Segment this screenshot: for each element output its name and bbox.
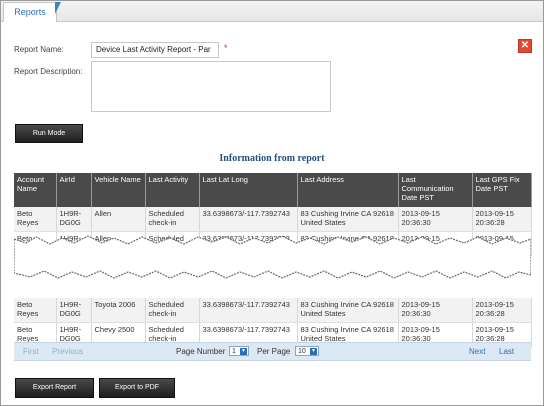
report-name-label: Report Name: — [14, 45, 64, 54]
cell-last-gps-fix-date: 2013-09-15 20:36:28 — [472, 207, 532, 232]
report-name-input[interactable]: Device Last Activity Report - Par — [91, 42, 219, 58]
column-header-last-activity[interactable]: Last Activity — [145, 173, 200, 207]
run-mode-button[interactable]: Run Mode — [15, 124, 83, 143]
torn-edge-divider — [14, 235, 531, 279]
cell-airid: 1H9R-DG0G — [56, 298, 92, 323]
cell-last-lat-long: 33.6398673/-117.7392743 — [199, 298, 298, 323]
report-description-label: Report Description: — [14, 67, 83, 76]
cell-account-name: Beto Reyes — [14, 298, 57, 323]
report-description-textarea[interactable] — [91, 61, 331, 112]
section-title: Information from report — [219, 153, 325, 164]
per-page-select[interactable]: 10 ▾ — [295, 346, 319, 356]
chevron-down-icon: ▾ — [310, 348, 317, 355]
per-page-value: 10 — [298, 348, 306, 355]
pager-next-link[interactable]: Next — [469, 347, 485, 356]
required-marker: * — [224, 43, 228, 53]
page-number-label: Page Number — [176, 347, 226, 356]
page-number-select[interactable]: 1 ▾ — [229, 346, 249, 356]
pagination-bar: First Previous Page Number 1 ▾ Per Page … — [14, 342, 531, 361]
reports-window: Reports Report Name: Device Last Activit… — [0, 0, 544, 406]
cell-account-name: Beto Reyes — [14, 207, 57, 232]
table-row[interactable]: Beto Reyes 1H9R-DG0G Toyota 2006 Schedul… — [14, 298, 532, 323]
cell-vehicle-name: Toyota 2006 — [91, 298, 146, 323]
column-header-last-lat-long[interactable]: Last Lat Long — [199, 173, 298, 207]
column-header-last-gps-fix-date[interactable]: Last GPS Fix Date PST — [472, 173, 532, 207]
cell-last-activity: Scheduled check-in — [145, 207, 200, 232]
column-header-last-address[interactable]: Last Address — [297, 173, 399, 207]
column-header-vehicle-name[interactable]: Vehicle Name — [91, 173, 146, 207]
cell-last-address: 83 Cushing Irvine CA 92618 United States — [297, 207, 399, 232]
export-report-button[interactable]: Export Report — [15, 378, 94, 398]
cell-last-lat-long: 33.6398673/-117.7392743 — [199, 207, 298, 232]
cell-last-communication-date: 2013-09-15 20:36:30 — [398, 298, 473, 323]
table-row[interactable]: Beto Reyes 1H9R-DG0G Allen Scheduled che… — [14, 207, 532, 232]
tab-reports[interactable]: Reports — [3, 2, 57, 22]
per-page-label: Per Page — [257, 347, 291, 356]
pager-previous-link[interactable]: Previous — [52, 347, 83, 356]
page-number-value: 1 — [232, 348, 236, 355]
cell-airid: 1H9R-DG0G — [56, 207, 92, 232]
column-header-last-communication-date[interactable]: Last Communication Date PST — [398, 173, 473, 207]
cell-last-communication-date: 2013-09-15 20:36:30 — [398, 207, 473, 232]
column-header-account-name[interactable]: Account Name — [14, 173, 57, 207]
pager-first-link[interactable]: First — [23, 347, 39, 356]
pager-last-link[interactable]: Last — [499, 347, 514, 356]
cell-vehicle-name: Allen — [91, 207, 146, 232]
export-to-pdf-button[interactable]: Export to PDF — [99, 378, 175, 398]
column-header-airid[interactable]: AirId — [56, 173, 92, 207]
chevron-down-icon: ▾ — [240, 348, 247, 355]
cell-last-activity: Scheduled check-in — [145, 298, 200, 323]
cell-last-gps-fix-date: 2013-09-15 20:36:28 — [472, 298, 532, 323]
table-header-row: Account Name AirId Vehicle Name Last Act… — [14, 173, 532, 207]
tab-bar: Reports — [1, 1, 543, 22]
cell-last-address: 83 Cushing Irvine CA 92618 United States — [297, 298, 399, 323]
close-icon[interactable]: ✕ — [518, 39, 532, 53]
